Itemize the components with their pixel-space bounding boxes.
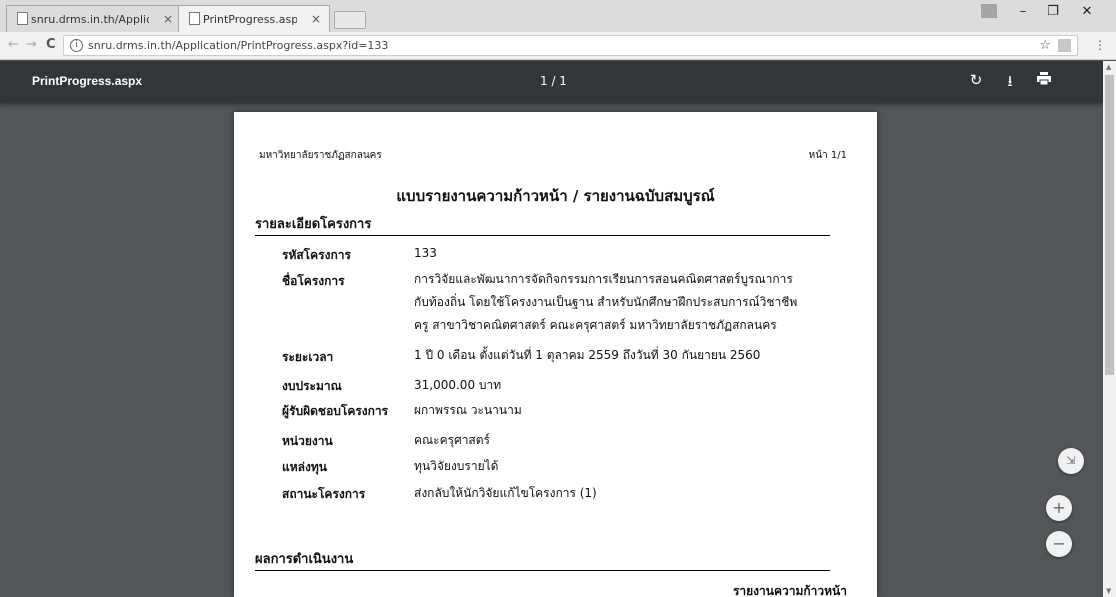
reload-button[interactable]: C <box>46 37 56 52</box>
zoom-in-icon[interactable]: + <box>1046 495 1072 521</box>
pdf-title: PrintProgress.aspx <box>32 74 143 88</box>
download-icon[interactable]: ⭳ <box>1000 71 1020 96</box>
field-value: ส่งกลับให้นักวิจัยแก้ไขโครงการ (1) <box>414 486 597 500</box>
print-icon[interactable] <box>1034 71 1054 89</box>
field-value: 1 ปี 0 เดือน ตั้งแต่วันที่ 1 ตุลาคม 2559… <box>414 348 761 362</box>
url-text: snru.drms.in.th/Application/PrintProgres… <box>88 39 389 52</box>
browser-menu-icon[interactable]: ⋮ <box>1094 38 1106 52</box>
new-tab-button[interactable] <box>334 11 366 29</box>
field-label: หน่วยงาน <box>282 434 333 448</box>
field-value: การวิจัยและพัฒนาการจัดกิจกรรมการเรียนการ… <box>414 272 793 286</box>
page-icon <box>17 12 28 25</box>
field-label: แหล่งทุน <box>282 460 327 474</box>
scroll-up-arrow-icon[interactable]: ▲ <box>1106 63 1111 71</box>
browser-toolbar: ← → C i snru.drms.in.th/Application/Prin… <box>0 32 1116 60</box>
header-university: มหาวิทยาลัยราชภัฏสกลนคร <box>259 150 382 161</box>
close-tab-icon[interactable]: × <box>311 12 321 26</box>
tab-title: PrintProgress.aspx <box>203 12 297 26</box>
close-tab-icon[interactable]: × <box>163 12 173 26</box>
rotate-icon[interactable]: ↻ <box>966 71 986 89</box>
forward-button[interactable]: → <box>26 37 37 52</box>
page-icon <box>189 12 200 25</box>
pdf-toolbar: PrintProgress.aspx 1 / 1 ↻ ⭳ <box>0 61 1103 103</box>
field-value: 31,000.00 บาท <box>414 378 502 392</box>
extension-icon[interactable] <box>1058 39 1071 52</box>
field-value: ทุนวิจัยงบรายได้ <box>414 459 499 473</box>
vertical-scrollbar[interactable]: ▲ ▼ <box>1103 61 1116 597</box>
scroll-down-arrow-icon[interactable]: ▼ <box>1106 587 1111 595</box>
tab-strip: snru.drms.in.th/Applicati × PrintProgres… <box>0 0 1116 32</box>
scroll-thumb[interactable] <box>1105 75 1114 375</box>
minimize-button[interactable]: – <box>1008 4 1038 19</box>
close-window-button[interactable]: ✕ <box>1072 4 1102 19</box>
header-page-number: หน้า 1/1 <box>808 150 847 161</box>
progress-report-caption: รายงานความก้าวหน้า <box>732 584 847 597</box>
section-heading-results: ผลการดำเนินงาน <box>255 548 830 571</box>
fit-to-page-icon[interactable]: ⇲ <box>1058 448 1084 474</box>
bookmark-star-icon[interactable]: ☆ <box>1039 38 1051 53</box>
field-value: ผกาพรรณ วะนานาม <box>414 403 522 417</box>
document-title: แบบรายงานความก้าวหน้า / รายงานฉบับสมบูรณ… <box>396 187 715 205</box>
field-label: ชื่อโครงการ <box>282 274 345 288</box>
field-label: รหัสโครงการ <box>282 248 351 262</box>
field-value: กับท้องถิ่น โดยใช้โครงงานเป็นฐาน สำหรับน… <box>414 295 798 309</box>
field-value: คณะครุศาสตร์ <box>414 433 490 447</box>
field-label: ระยะเวลา <box>282 350 334 364</box>
zoom-out-icon[interactable]: − <box>1046 531 1072 557</box>
browser-tab[interactable]: snru.drms.in.th/Applicati × <box>6 5 182 32</box>
field-value: 133 <box>414 246 437 260</box>
browser-tab-active[interactable]: PrintProgress.aspx × <box>178 5 330 32</box>
page-indicator: 1 / 1 <box>540 74 567 88</box>
back-button[interactable]: ← <box>8 37 19 52</box>
info-icon[interactable]: i <box>70 39 83 52</box>
pdf-page: มหาวิทยาลัยราชภัฏสกลนคร หน้า 1/1 แบบรายง… <box>234 112 877 597</box>
tab-title: snru.drms.in.th/Applicati <box>31 12 149 26</box>
field-label: ผู้รับผิดชอบโครงการ <box>282 404 389 418</box>
section-heading-details: รายละเอียดโครงการ <box>255 213 830 236</box>
address-bar[interactable]: i snru.drms.in.th/Application/PrintProgr… <box>63 35 1078 56</box>
field-label: สถานะโครงการ <box>282 487 366 501</box>
user-profile-icon[interactable] <box>981 4 997 18</box>
field-label: งบประมาณ <box>282 379 342 393</box>
maximize-button[interactable]: ❐ <box>1038 4 1068 19</box>
field-value: ครู สาขาวิชาคณิตศาสตร์ คณะครุศาสตร์ มหาว… <box>414 318 777 332</box>
